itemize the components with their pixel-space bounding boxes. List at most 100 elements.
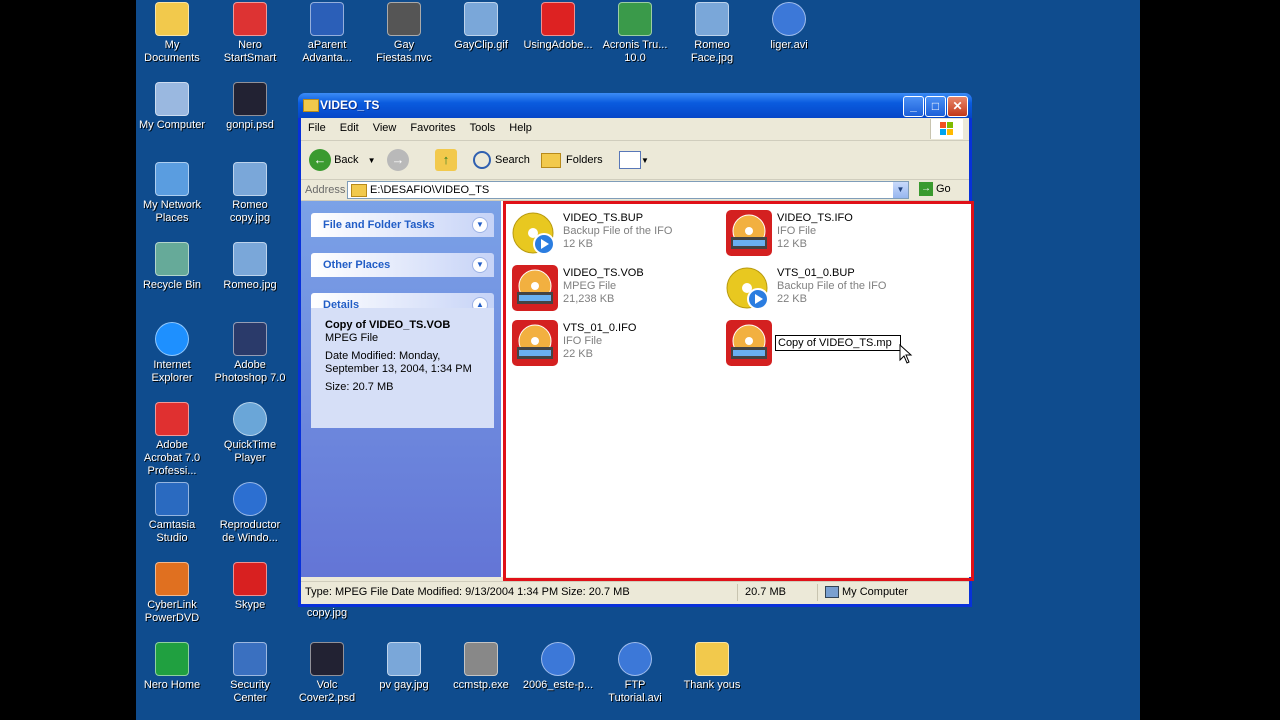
desktop-icon[interactable]: Internet Explorer xyxy=(136,322,208,385)
expand-icon[interactable]: ▼ xyxy=(472,217,488,233)
search-button[interactable]: Search xyxy=(473,149,530,171)
desktop-icon[interactable]: My Computer xyxy=(136,82,208,132)
menu-view[interactable]: View xyxy=(366,118,404,134)
maximize-button[interactable]: □ xyxy=(925,96,946,117)
nero-home-icon xyxy=(155,642,189,676)
expand-icon[interactable]: ▼ xyxy=(472,257,488,273)
desktop-icon-label: Nero Home xyxy=(143,679,201,691)
other-places-header[interactable]: Other Places ▼ xyxy=(311,253,494,277)
highlight-frame xyxy=(503,201,974,581)
quicktime-icon xyxy=(233,402,267,436)
menu-favorites[interactable]: Favorites xyxy=(403,118,462,134)
title-bar[interactable]: VIDEO_TS _ □ ✕ xyxy=(298,93,972,118)
desktop-icon[interactable]: My Network Places xyxy=(136,162,208,225)
chevron-down-icon: ▼ xyxy=(367,156,376,165)
views-button[interactable]: ▼ xyxy=(619,149,649,171)
film-reel-icon xyxy=(387,2,421,36)
desktop-icon-label: My Computer xyxy=(138,119,206,131)
desktop-icon[interactable]: pv gay.jpg xyxy=(368,642,440,692)
desktop-icon-label: aParent Advanta... xyxy=(302,39,352,64)
desktop-icon[interactable]: Romeo.jpg xyxy=(214,242,286,292)
forward-button[interactable]: → xyxy=(387,149,409,172)
desktop-icon[interactable]: liger.avi xyxy=(753,2,825,52)
powerdvd-icon xyxy=(155,562,189,596)
desktop-icon[interactable]: ccmstp.exe xyxy=(445,642,517,692)
desktop-icon[interactable]: aParent Advanta... xyxy=(291,2,363,65)
back-label: Back xyxy=(334,154,359,166)
address-dropdown-button[interactable]: ▼ xyxy=(893,182,908,198)
my-computer-icon xyxy=(155,82,189,116)
desktop-icon[interactable]: Security Center xyxy=(214,642,286,705)
folder-icon xyxy=(695,642,729,676)
close-button[interactable]: ✕ xyxy=(947,96,968,117)
desktop-icon-label: CyberLink PowerDVD xyxy=(144,599,200,624)
nero-icon xyxy=(233,2,267,36)
acrobat-icon xyxy=(155,402,189,436)
desktop-icon-label: Recycle Bin xyxy=(142,279,202,291)
desktop-icon-label: Adobe Acrobat 7.0 Professi... xyxy=(143,439,201,477)
file-folder-tasks-header[interactable]: File and Folder Tasks ▼ xyxy=(311,213,494,237)
image-file-icon xyxy=(233,162,267,196)
desktop-icon[interactable]: UsingAdobe... xyxy=(522,2,594,52)
status-bar: Type: MPEG File Date Modified: 9/13/2004… xyxy=(301,581,969,604)
desktop-icon[interactable]: Recycle Bin xyxy=(136,242,208,292)
desktop-icon-label: FTP Tutorial.avi xyxy=(608,679,662,704)
psd-file-icon xyxy=(233,82,267,116)
toolbar: ← Back ▼ → ↑ Search Folders ▼ xyxy=(301,141,969,180)
desktop-icon[interactable]: FTP Tutorial.avi xyxy=(599,642,671,705)
desktop-icon-label: My Network Places xyxy=(142,199,202,224)
desktop-icon[interactable]: Camtasia Studio xyxy=(136,482,208,545)
address-input[interactable]: E:\DESAFIO\VIDEO_TS ▼ xyxy=(347,181,909,199)
psd-file-icon xyxy=(310,642,344,676)
desktop-icon[interactable]: QuickTime Player xyxy=(214,402,286,465)
desktop-icon[interactable]: 2006_este-p... xyxy=(522,642,594,692)
desktop-icon[interactable]: GayClip.gif xyxy=(445,2,517,52)
desktop-icon[interactable]: Skype xyxy=(214,562,286,612)
desktop-icon[interactable]: My Documents xyxy=(136,2,208,65)
desktop-icon[interactable]: Romeo copy.jpg xyxy=(214,162,286,225)
media-file-icon xyxy=(541,642,575,676)
details-panel: Copy of VIDEO_TS.VOB MPEG File Date Modi… xyxy=(311,308,494,428)
desktop-icon-label: liger.avi xyxy=(770,39,808,51)
photoshop-icon xyxy=(233,322,267,356)
exe-file-icon xyxy=(464,642,498,676)
status-text: Type: MPEG File Date Modified: 9/13/2004… xyxy=(305,586,630,598)
network-places-icon xyxy=(155,162,189,196)
acronis-icon xyxy=(618,2,652,36)
minimize-button[interactable]: _ xyxy=(903,96,924,117)
folder-icon xyxy=(351,184,367,197)
status-size: 20.7 MB xyxy=(745,586,786,598)
file-folder-tasks-title: File and Folder Tasks xyxy=(323,219,435,231)
desktop-icon-label: Gay Fiestas.nvc xyxy=(376,39,432,64)
back-button[interactable]: ← Back ▼ xyxy=(309,149,376,172)
desktop-icon[interactable]: Nero StartSmart xyxy=(214,2,286,65)
desktop-icon[interactable]: Volc Cover2.psd xyxy=(291,642,363,705)
desktop-icon[interactable]: Thank yous xyxy=(676,642,748,692)
desktop-icon[interactable]: gonpi.psd xyxy=(214,82,286,132)
go-button[interactable]: → Go xyxy=(919,182,951,196)
desktop-icon-label: gonpi.psd xyxy=(226,119,274,131)
up-button[interactable]: ↑ xyxy=(435,149,457,172)
desktop-icon[interactable]: Acronis Tru... 10.0 xyxy=(599,2,671,65)
desktop-icon[interactable]: Romeo Face.jpg xyxy=(676,2,748,65)
desktop-icon-label: copy.jpg xyxy=(306,607,348,619)
menu-edit[interactable]: Edit xyxy=(333,118,366,134)
desktop-icon[interactable]: Adobe Photoshop 7.0 xyxy=(214,322,286,385)
menu-file[interactable]: File xyxy=(301,118,333,134)
menu-help[interactable]: Help xyxy=(502,118,539,134)
desktop-icon-label: Romeo Face.jpg xyxy=(690,39,734,64)
media-player-icon xyxy=(233,482,267,516)
word-doc-icon xyxy=(310,2,344,36)
desktop-icon[interactable]: Nero Home xyxy=(136,642,208,692)
desktop-icon[interactable]: Reproductor de Windo... xyxy=(214,482,286,545)
desktop-icon[interactable]: CyberLink PowerDVD xyxy=(136,562,208,625)
other-places-title: Other Places xyxy=(323,259,391,271)
menu-tools[interactable]: Tools xyxy=(463,118,503,134)
image-file-icon xyxy=(387,642,421,676)
desktop-icon[interactable]: Gay Fiestas.nvc xyxy=(368,2,440,65)
media-file-icon xyxy=(618,642,652,676)
desktop-icon-label: Camtasia Studio xyxy=(148,519,196,544)
go-arrow-icon: → xyxy=(919,182,933,196)
desktop-icon[interactable]: Adobe Acrobat 7.0 Professi... xyxy=(136,402,208,478)
folders-button[interactable]: Folders xyxy=(541,149,603,171)
